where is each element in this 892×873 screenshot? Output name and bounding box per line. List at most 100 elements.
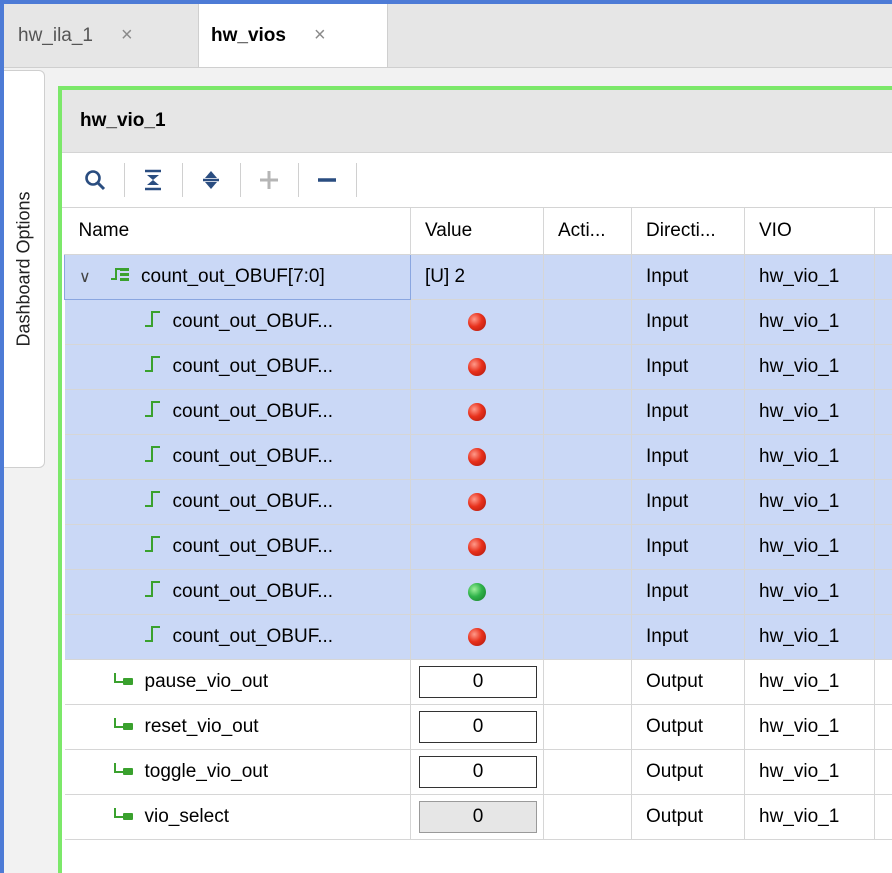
vio-cell: hw_vio_1 [744,659,875,705]
activity-cell [543,659,632,705]
probe-name: count_out_OBUF... [172,356,334,377]
search-icon[interactable] [76,161,114,199]
name-cell: count_out_OBUF... [64,479,411,525]
extra-cell [874,299,892,345]
activity-cell [543,434,632,480]
tab-bar: hw_ila_1 × hw_vios × [4,4,892,68]
extra-cell [874,254,892,300]
collapse-all-icon[interactable] [134,161,172,199]
direction-cell: Output [631,749,745,795]
vio-cell: hw_vio_1 [744,569,875,615]
value-cell [410,479,544,525]
table-row[interactable]: reset_vio_out 0 Output hw_vio_1 [64,704,892,750]
column-header-value[interactable]: Value [410,208,544,255]
extra-cell [874,389,892,435]
value-cell [410,434,544,480]
table-row[interactable]: count_out_OBUF... Input hw_vio_1 [64,524,892,570]
vio-cell: hw_vio_1 [744,704,875,750]
toolbar-separator [240,163,241,197]
vio-cell: hw_vio_1 [744,524,875,570]
table-header: Name Value Acti... Directi... VIO [64,208,892,255]
vio-cell: hw_vio_1 [744,479,875,525]
direction-cell: Input [631,389,745,435]
table-row[interactable]: count_out_OBUF... Input hw_vio_1 [64,344,892,390]
signal-bit-icon [143,309,163,335]
direction-cell: Input [631,479,745,525]
table-row[interactable]: count_out_OBUF... Input hw_vio_1 [64,389,892,435]
activity-cell [543,389,632,435]
probe-name: count_out_OBUF... [172,311,334,332]
direction-cell: Input [631,569,745,615]
activity-cell [543,344,632,390]
vio-cell: hw_vio_1 [744,434,875,480]
led-red-icon [468,628,486,646]
table-row[interactable]: ∨ count_out_OBUF[7:0] [U] 2 Input hw_vio_1 [64,254,892,300]
name-cell: count_out_OBUF... [64,344,411,390]
led-red-icon [468,493,486,511]
probe-name: count_out_OBUF... [172,536,334,557]
add-icon[interactable] [250,161,288,199]
probe-name: vio_select [144,806,230,827]
chevron-down-icon[interactable]: ∨ [79,267,97,287]
column-header-activity[interactable]: Acti... [543,208,632,255]
column-header-direction[interactable]: Directi... [631,208,745,255]
tab-hw-vios[interactable]: hw_vios × [198,4,388,67]
table-row[interactable]: count_out_OBUF... Input hw_vio_1 [64,569,892,615]
extra-cell [874,344,892,390]
output-probe-icon [113,671,135,693]
vio-cell: hw_vio_1 [744,614,875,660]
tab-hw-ila-1[interactable]: hw_ila_1 × [18,4,198,67]
activity-cell [543,749,632,795]
remove-icon[interactable] [308,161,346,199]
activity-cell [543,479,632,525]
led-red-icon [468,403,486,421]
probe-name: reset_vio_out [144,716,259,737]
activity-cell [543,299,632,345]
activity-cell [543,704,632,750]
signal-bit-icon [143,354,163,380]
led-red-icon [468,538,486,556]
column-header-vio[interactable]: VIO [744,208,875,255]
direction-cell: Output [631,659,745,705]
dashboard-options-tab[interactable]: Dashboard Options [4,70,45,468]
table-row[interactable]: count_out_OBUF... Input hw_vio_1 [64,614,892,660]
activity-cell [543,614,632,660]
table-row[interactable]: toggle_vio_out 0 Output hw_vio_1 [64,749,892,795]
extra-cell [874,749,892,795]
vio-cell: hw_vio_1 [744,794,875,840]
direction-cell: Input [631,299,745,345]
value-cell: 0 [410,704,544,750]
vio-cell: hw_vio_1 [744,254,875,300]
toolbar [62,153,892,208]
direction-cell: Input [631,254,745,300]
value-input[interactable]: 0 [419,711,537,743]
value-input[interactable]: 0 [419,756,537,788]
output-probe-icon [113,716,135,738]
column-header-name[interactable]: Name [64,208,411,255]
table-row[interactable]: count_out_OBUF... Input hw_vio_1 [64,434,892,480]
close-icon[interactable]: × [121,24,133,47]
close-icon[interactable]: × [314,24,326,47]
direction-cell: Input [631,524,745,570]
expand-all-icon[interactable] [192,161,230,199]
table-row[interactable]: vio_select 0 Output hw_vio_1 [64,794,892,840]
value-input[interactable]: 0 [419,801,537,833]
name-cell: count_out_OBUF... [64,614,411,660]
value-cell [410,569,544,615]
signal-bit-icon [143,624,163,650]
probe-value: [U] 2 [425,266,466,287]
direction-cell: Input [631,614,745,660]
led-red-icon [468,448,486,466]
signal-bit-icon [143,579,163,605]
table-row[interactable]: count_out_OBUF... Input hw_vio_1 [64,299,892,345]
dashboard-options-label: Dashboard Options [13,191,34,347]
name-cell: count_out_OBUF... [64,299,411,345]
vio-cell: hw_vio_1 [744,344,875,390]
extra-cell [874,659,892,705]
table-row[interactable]: count_out_OBUF... Input hw_vio_1 [64,479,892,525]
value-input[interactable]: 0 [419,666,537,698]
name-cell: pause_vio_out [64,659,411,705]
table-row[interactable]: pause_vio_out 0 Output hw_vio_1 [64,659,892,705]
toolbar-separator [124,163,125,197]
value-cell [410,344,544,390]
